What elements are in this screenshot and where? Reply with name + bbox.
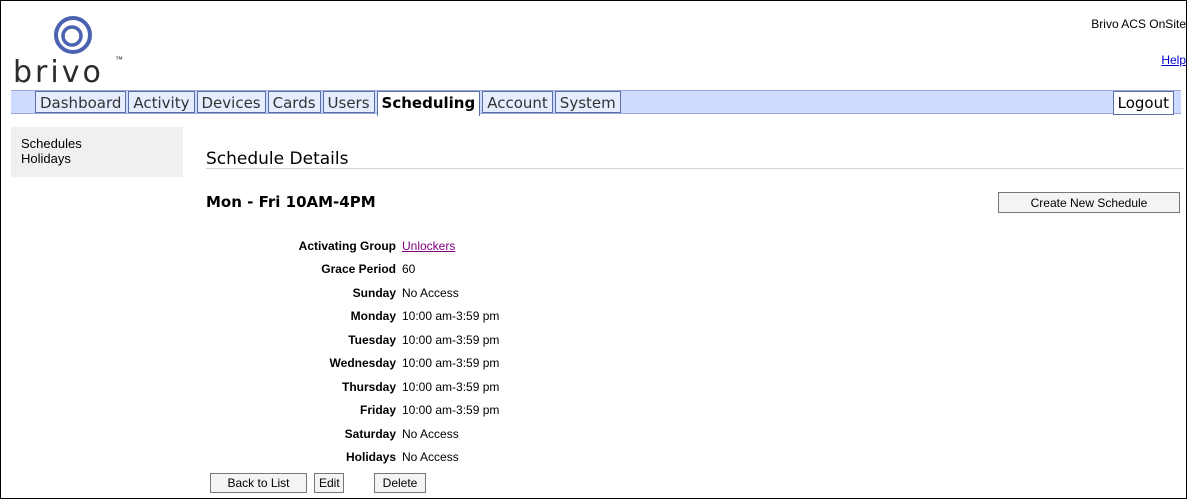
sidebar-item-schedules[interactable]: Schedules [11, 136, 183, 151]
detail-value: 10:00 am-3:59 pm [402, 309, 500, 324]
detail-row-activating-group: Activating Group Unlockers [201, 234, 499, 258]
main-nav: Dashboard Activity Devices Cards Users S… [11, 90, 1181, 116]
detail-label: Thursday [341, 379, 396, 394]
title-divider [206, 168, 1184, 169]
detail-value: 10:00 am-3:59 pm [402, 403, 500, 418]
tab-scheduling[interactable]: Scheduling [376, 91, 481, 116]
app-window: brivo ™ Brivo ACS OnSite Help Dashboard … [0, 0, 1187, 499]
tab-account[interactable]: Account [482, 91, 553, 113]
detail-row-saturday: Saturday No Access [201, 422, 499, 446]
detail-value: Unlockers [401, 239, 455, 253]
detail-value: 10:00 am-3:59 pm [402, 332, 500, 347]
detail-value: No Access [402, 450, 459, 465]
brivo-swirl-icon [54, 16, 92, 54]
tab-devices[interactable]: Devices [196, 91, 266, 113]
edit-button[interactable]: Edit [314, 473, 344, 493]
create-new-schedule-button[interactable]: Create New Schedule [998, 192, 1180, 213]
schedule-details: Activating Group Unlockers Grace Period … [201, 234, 500, 470]
brivo-logo: brivo ™ [11, 15, 131, 90]
sidebar: Schedules Holidays [11, 127, 183, 177]
tab-system[interactable]: System [554, 91, 621, 113]
logout-button[interactable]: Logout [1112, 91, 1174, 115]
help-link[interactable]: Help [1161, 53, 1186, 67]
detail-label: Holidays [345, 450, 396, 465]
detail-label: Wednesday [329, 356, 396, 371]
tab-cards[interactable]: Cards [267, 91, 321, 113]
detail-label: Friday [359, 403, 396, 418]
detail-value: 10:00 am-3:59 pm [402, 356, 500, 371]
detail-label: Saturday [344, 426, 396, 441]
logo-trademark: ™ [115, 55, 123, 64]
detail-row-thursday: Thursday 10:00 am-3:59 pm [201, 375, 499, 399]
detail-row-holidays: Holidays No Access [201, 446, 499, 470]
detail-label: Sunday [352, 285, 396, 300]
detail-label: Activating Group [298, 238, 396, 253]
detail-row-friday: Friday 10:00 am-3:59 pm [201, 399, 499, 423]
detail-value: 10:00 am-3:59 pm [402, 379, 500, 394]
detail-value: No Access [402, 285, 459, 300]
sidebar-item-holidays[interactable]: Holidays [11, 151, 183, 166]
logo-wordmark: brivo [13, 55, 104, 90]
tab-dashboard[interactable]: Dashboard [35, 91, 127, 113]
detail-row-grace-period: Grace Period 60 [201, 258, 499, 282]
detail-label: Grace Period [321, 262, 396, 277]
schedule-actions: Back to List Edit Delete [210, 473, 426, 493]
detail-label: Tuesday [348, 332, 396, 347]
tab-users[interactable]: Users [322, 91, 375, 113]
detail-value: No Access [402, 426, 459, 441]
detail-row-wednesday: Wednesday 10:00 am-3:59 pm [201, 352, 500, 376]
page-title: Schedule Details [206, 149, 349, 169]
detail-row-sunday: Sunday No Access [201, 281, 499, 305]
delete-button[interactable]: Delete [374, 473, 426, 493]
detail-label: Monday [350, 309, 396, 324]
activating-group-link[interactable]: Unlockers [402, 239, 455, 253]
app-title: Brivo ACS OnSite [1091, 17, 1186, 31]
tab-activity[interactable]: Activity [128, 91, 195, 113]
detail-row-tuesday: Tuesday 10:00 am-3:59 pm [201, 328, 499, 352]
detail-row-monday: Monday 10:00 am-3:59 pm [201, 305, 500, 329]
back-to-list-button[interactable]: Back to List [210, 473, 307, 493]
nav-tabs: Dashboard Activity Devices Cards Users S… [35, 91, 621, 116]
schedule-name: Mon - Fri 10AM-4PM [206, 193, 376, 211]
detail-value: 60 [402, 262, 416, 277]
